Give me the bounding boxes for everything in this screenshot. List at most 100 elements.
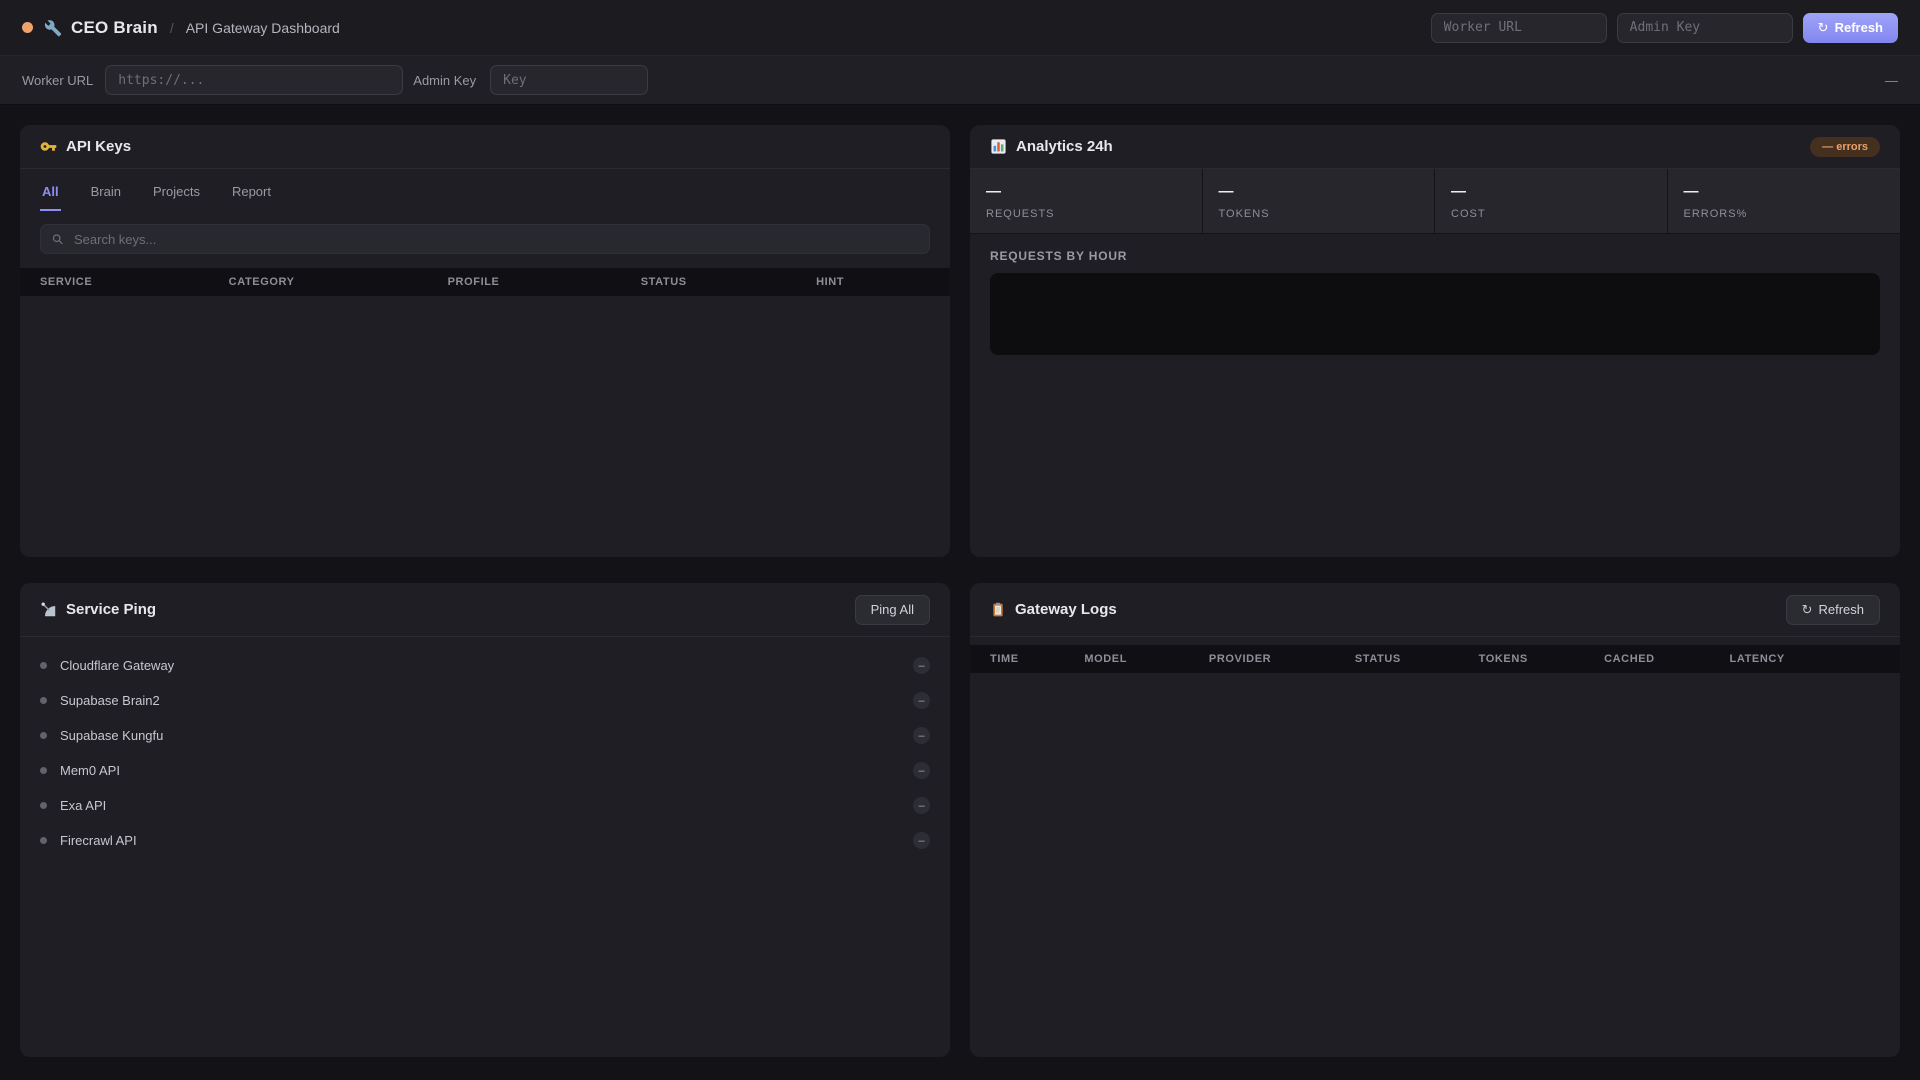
column-header: CATEGORY [228,276,295,288]
column-header: MODEL [1084,653,1128,665]
logs-refresh-label: Refresh [1818,602,1864,617]
service-ping-header: Service Ping Ping All [20,583,950,637]
analytics-stats: — REQUESTS — TOKENS — COST — ERRORS% [970,169,1900,234]
service-ping-row: Exa API – [40,788,930,823]
main-content: API Keys All Brain Projects Report SERVICE C… [0,105,1920,1077]
service-ping-row: Firecrawl API – [40,823,930,858]
bar-chart-icon [990,138,1007,155]
column-header: PROFILE [447,276,500,288]
worker-url-input-header[interactable] [1430,12,1607,43]
service-status-badge: – [913,762,930,779]
brand-title: CEO Brain [71,17,158,37]
top-header: CEO Brain / API Gateway Dashboard ↻ Refr… [0,0,1920,56]
service-name: Supabase Kungfu [60,728,164,743]
service-ping-list: Cloudflare Gateway – Supabase Brain2 – S… [20,637,950,1057]
stat-label: COST [1451,208,1486,220]
stat-cell: — REQUESTS [970,169,1203,233]
service-ping-panel: Service Ping Ping All Cloudflare Gateway… [20,583,950,1057]
service-status-badge: – [913,692,930,709]
clipboard-icon [990,602,1006,618]
column-header: HINT [816,276,845,288]
analytics-panel: Analytics 24h — errors — REQUESTS — TOKE… [970,125,1900,557]
column-header: SERVICE [40,276,93,288]
service-ping-row: Supabase Kungfu – [40,718,930,753]
column-header: LATENCY [1729,653,1785,665]
service-name: Cloudflare Gateway [60,658,175,673]
service-status-badge: – [913,657,930,674]
service-ping-title: Service Ping [66,601,157,618]
column-header: CACHED [1604,653,1655,665]
requests-by-hour-chart [990,273,1880,355]
search-keys-input[interactable] [40,224,930,254]
api-keys-header: API Keys [20,125,950,169]
api-keys-panel: API Keys All Brain Projects Report SERVICE C… [20,125,950,557]
api-keys-tabs: All Brain Projects Report [20,169,950,211]
gateway-logs-table-body [970,673,1900,1057]
ping-all-label: Ping All [870,602,914,617]
worker-url-label: Worker URL [22,72,94,88]
service-status-dot [40,697,47,704]
refresh-button-label: Refresh [1834,20,1883,35]
search-icon [51,233,64,246]
column-header: TIME [990,653,1019,665]
service-ping-row: Mem0 API – [40,753,930,788]
gateway-logs-panel: Gateway Logs ↻ Refresh TIME MODEL PROVIDER… [970,583,1900,1057]
worker-url-input[interactable] [105,65,404,95]
logs-refresh-button[interactable]: ↻ Refresh [1785,594,1880,625]
stat-label: ERRORS% [1683,208,1748,220]
column-header: PROVIDER [1208,653,1272,665]
service-name: Firecrawl API [60,833,137,848]
toolbar-status-text: — [1885,72,1898,88]
service-status-dot [40,732,47,739]
key-icon [40,138,57,155]
service-name: Supabase Brain2 [60,693,160,708]
stat-label: REQUESTS [986,208,1055,220]
connection-toolbar: Worker URL Admin Key — [0,56,1920,105]
wrench-icon [44,19,62,37]
service-status-badge: – [913,727,930,744]
stat-value: — [1218,183,1234,200]
satellite-icon [40,601,57,618]
admin-key-input-header[interactable] [1616,12,1793,43]
service-ping-row: Supabase Brain2 – [40,683,930,718]
breadcrumb-separator: / [169,19,174,36]
service-ping-row: Cloudflare Gateway – [40,648,930,683]
stat-cell: — COST [1435,169,1668,233]
service-status-dot [40,662,47,669]
api-keys-table-body [20,296,950,557]
stat-label: TOKENS [1218,208,1270,220]
service-name: Mem0 API [60,763,120,778]
service-status-dot [40,837,47,844]
stat-value: — [1683,183,1699,200]
ping-all-button[interactable]: Ping All [854,594,930,625]
stat-cell: — TOKENS [1202,169,1435,233]
gateway-logs-header: Gateway Logs ↻ Refresh [970,583,1900,637]
service-status-dot [40,767,47,774]
status-dot [22,22,33,33]
errors-badge: — errors [1810,136,1880,157]
column-header: TOKENS [1478,653,1528,665]
chart-title: REQUESTS BY HOUR [990,249,1128,263]
column-header: STATUS [1354,653,1401,665]
tab-report[interactable]: Report [230,184,273,211]
stat-cell: — ERRORS% [1667,169,1900,233]
admin-key-label: Admin Key [413,72,477,88]
admin-key-input[interactable] [490,65,649,95]
stat-value: — [1451,183,1466,200]
tab-brain[interactable]: Brain [89,184,123,211]
analytics-header: Analytics 24h — errors [970,125,1900,169]
tab-all[interactable]: All [40,184,61,211]
refresh-icon: ↻ [1817,19,1829,35]
api-keys-title: API Keys [66,138,132,155]
service-name: Exa API [60,798,107,813]
service-status-badge: – [913,797,930,814]
stat-value: — [986,183,1001,200]
requests-by-hour-section: REQUESTS BY HOUR [970,234,1900,370]
gateway-logs-table-header: TIME MODEL PROVIDER STATUS TOKENS CACHED LATEN… [970,645,1900,673]
api-keys-table-header: SERVICE CATEGORY PROFILE STATUS HINT [20,268,950,296]
header-controls: ↻ Refresh [1430,12,1898,43]
refresh-button[interactable]: ↻ Refresh [1802,12,1898,43]
service-status-dot [40,802,47,809]
gateway-logs-title: Gateway Logs [1015,601,1117,618]
tab-projects[interactable]: Projects [151,184,202,211]
